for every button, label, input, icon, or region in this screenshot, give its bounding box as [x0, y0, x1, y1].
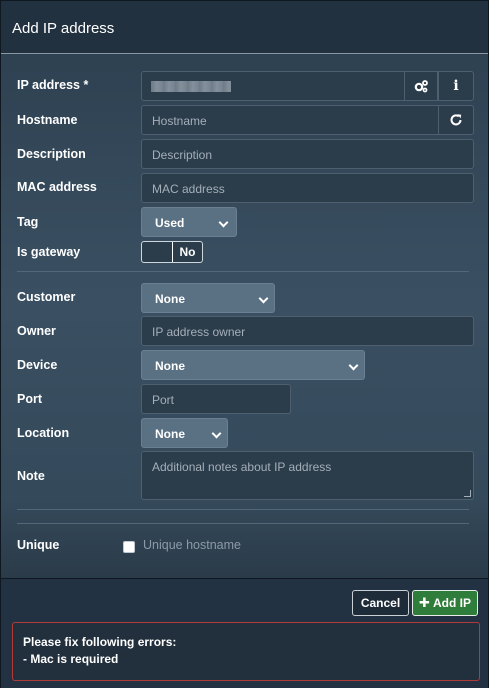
gears-icon [414, 80, 428, 93]
info-icon: i [453, 78, 459, 94]
unique-hostname-checkbox[interactable] [123, 541, 135, 553]
tag-label: Tag [17, 215, 39, 229]
location-selected-value: None [155, 427, 185, 441]
description-placeholder: Description [152, 148, 213, 162]
add-ip-button[interactable]: ✚ Add IP [412, 590, 478, 616]
unique-label: Unique [17, 538, 60, 552]
add-ip-dialog: Add IP address IP address * i Hostname H… [0, 0, 489, 688]
is-gateway-toggle[interactable]: No [141, 241, 203, 263]
port-input[interactable]: Port [141, 384, 291, 414]
device-label: Device [17, 358, 58, 372]
chevron-down-icon [218, 217, 229, 228]
hostname-refresh-button[interactable] [438, 105, 474, 135]
mac-address-placeholder: MAC address [152, 182, 225, 196]
toggle-state: No [173, 242, 202, 262]
hostname-label: Hostname [17, 113, 78, 127]
note-textarea[interactable]: Additional notes about IP address [141, 451, 474, 500]
ip-address-value-redacted [151, 81, 231, 92]
owner-placeholder: IP address owner [152, 325, 246, 339]
toggle-track [142, 242, 172, 262]
owner-label: Owner [17, 324, 56, 338]
dialog-title: Add IP address [12, 20, 115, 37]
ip-info-button[interactable]: i [438, 71, 474, 101]
customer-select[interactable]: None [141, 283, 275, 313]
description-label: Description [17, 147, 86, 161]
port-label: Port [17, 392, 42, 406]
port-placeholder: Port [152, 393, 175, 407]
section-divider [17, 509, 469, 510]
ip-address-input[interactable] [141, 71, 405, 101]
refresh-icon [450, 114, 462, 126]
note-placeholder: Additional notes about IP address [152, 460, 332, 474]
mac-address-label: MAC address [17, 180, 97, 194]
error-alert: Please fix following errors: - Mac is re… [12, 622, 480, 681]
chevron-down-icon [211, 428, 222, 439]
ip-settings-button[interactable] [404, 71, 438, 101]
tag-selected-value: Used [155, 216, 185, 230]
mac-address-input[interactable]: MAC address [141, 173, 474, 203]
tag-select[interactable]: Used [141, 207, 237, 237]
owner-input[interactable]: IP address owner [141, 316, 474, 346]
ip-address-label: IP address * [17, 78, 89, 92]
customer-selected-value: None [155, 292, 185, 306]
is-gateway-label: Is gateway [17, 245, 81, 259]
device-select[interactable]: None [141, 350, 365, 380]
hostname-placeholder: Hostname [152, 114, 207, 128]
resize-handle[interactable] [464, 490, 471, 497]
location-label: Location [17, 426, 70, 440]
error-title: Please fix following errors: [23, 635, 177, 649]
error-item: - Mac is required [23, 652, 119, 666]
plus-icon: ✚ [419, 595, 430, 610]
cancel-button[interactable]: Cancel [352, 590, 409, 616]
add-ip-label: Add IP [432, 596, 471, 610]
note-label: Note [17, 469, 45, 483]
customer-label: Customer [17, 290, 76, 304]
chevron-down-icon [348, 360, 359, 371]
section-divider [17, 523, 469, 524]
device-selected-value: None [155, 359, 185, 373]
hostname-input[interactable]: Hostname [141, 105, 439, 135]
description-input[interactable]: Description [141, 139, 474, 169]
cancel-label: Cancel [360, 596, 401, 610]
section-divider [17, 271, 469, 272]
unique-hostname-label: Unique hostname [143, 538, 241, 552]
chevron-down-icon [258, 293, 269, 304]
dialog-header: Add IP address [1, 1, 488, 54]
location-select[interactable]: None [141, 418, 228, 448]
